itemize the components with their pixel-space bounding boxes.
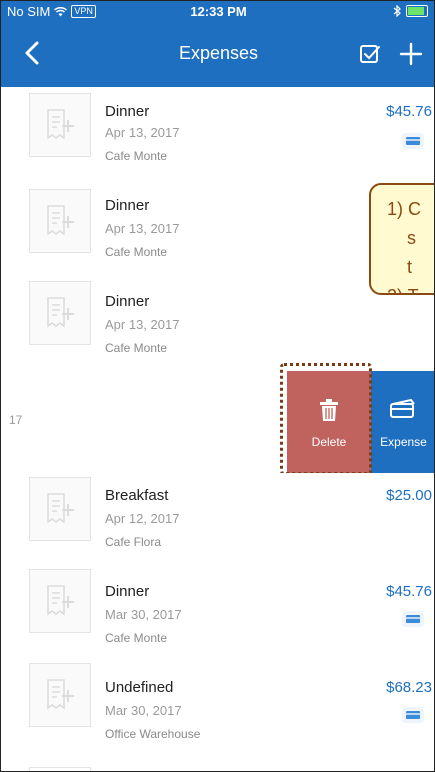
callout-line: 1) C (387, 199, 422, 219)
battery-icon (406, 5, 428, 17)
status-bar: No SIM VPN 12:33 PM (1, 1, 434, 23)
app-frame: No SIM VPN 12:33 PM Expenses Dinner Apr … (0, 0, 435, 772)
expense-date: Mar 30, 2017 (105, 607, 182, 622)
receipt-thumbnail (29, 569, 91, 633)
expense-date: Apr 12, 2017 (105, 511, 180, 526)
expense-title: Dinner (105, 197, 150, 214)
expense-date: Mar 30, 2017 (105, 703, 182, 718)
receipt-thumbnail (29, 281, 91, 345)
expense-label: Expense (380, 435, 427, 449)
expense-merchant: Cafe Monte (105, 245, 168, 259)
expense-title: Undefined (105, 679, 174, 696)
expense-merchant: Cafe Monte (105, 341, 168, 355)
credit-card-icon (402, 611, 424, 627)
expense-date: Apr 13, 2017 (105, 317, 180, 332)
status-time: 12:33 PM (190, 4, 247, 19)
expense-merchant: Office Warehouse (105, 727, 201, 741)
receipt-add-icon (47, 109, 74, 140)
plus-icon[interactable] (398, 41, 424, 67)
receipt-add-icon (47, 679, 74, 710)
receipt-thumbnail (29, 93, 91, 157)
expense-row[interactable]: Breakfast Apr 12, 2017 Cafe Flora $25.00 (1, 473, 434, 565)
expense-merchant: Cafe Flora (105, 535, 162, 549)
expense-amount: $45.76 (386, 583, 432, 600)
expense-title: Dinner (105, 583, 150, 600)
checkbox-icon[interactable] (359, 43, 381, 65)
receipt-thumbnail (29, 767, 91, 771)
nav-bar: Expenses (1, 23, 434, 87)
expense-row[interactable]: Dinner Mar 30, 2017 Cafe Monte $45.76 (1, 565, 434, 657)
receipt-thumbnail (29, 189, 91, 253)
expense-date: Apr 13, 2017 (105, 221, 180, 236)
callout-line: t (407, 257, 413, 277)
expense-date: Apr 13, 2017 (105, 125, 180, 140)
expense-amount: $45.76 (386, 103, 432, 120)
expense-button[interactable]: Expense (371, 371, 434, 473)
delete-highlight-annotation (280, 363, 372, 475)
status-right (393, 5, 428, 17)
expense-title: Dinner (105, 293, 150, 310)
expense-amount: $68.23 (386, 679, 432, 696)
credit-card-icon (402, 707, 424, 723)
callout-line: s (407, 228, 416, 248)
receipt-add-icon (47, 297, 74, 328)
receipt-thumbnail (29, 477, 91, 541)
receipt-add-icon (47, 585, 74, 616)
row-date-fragment: 17 (9, 413, 23, 427)
callout-line: 2) T (387, 282, 434, 293)
bluetooth-icon (393, 5, 401, 17)
expense-amount: $25.00 (386, 487, 432, 504)
instruction-callout: 1) C s t 2) T (369, 183, 434, 295)
receipt-add-icon (47, 493, 74, 524)
expense-title: Breakfast (105, 487, 169, 504)
credit-card-icon (402, 133, 424, 149)
expense-row[interactable]: Dinner Apr 13, 2017 Cafe Monte (1, 277, 434, 371)
expense-merchant: Cafe Monte (105, 149, 168, 163)
credit-card-icon (390, 399, 415, 418)
expense-title: Dinner (105, 103, 150, 120)
receipt-thumbnail (29, 663, 91, 727)
expense-row[interactable]: Undefined Mar 30, 2017 Office Warehouse … (1, 657, 434, 761)
expense-merchant: Cafe Monte (105, 631, 168, 645)
receipt-add-icon (47, 205, 74, 236)
expense-row[interactable]: Dinner Apr 13, 2017 Cafe Monte $45.76 (1, 87, 434, 185)
